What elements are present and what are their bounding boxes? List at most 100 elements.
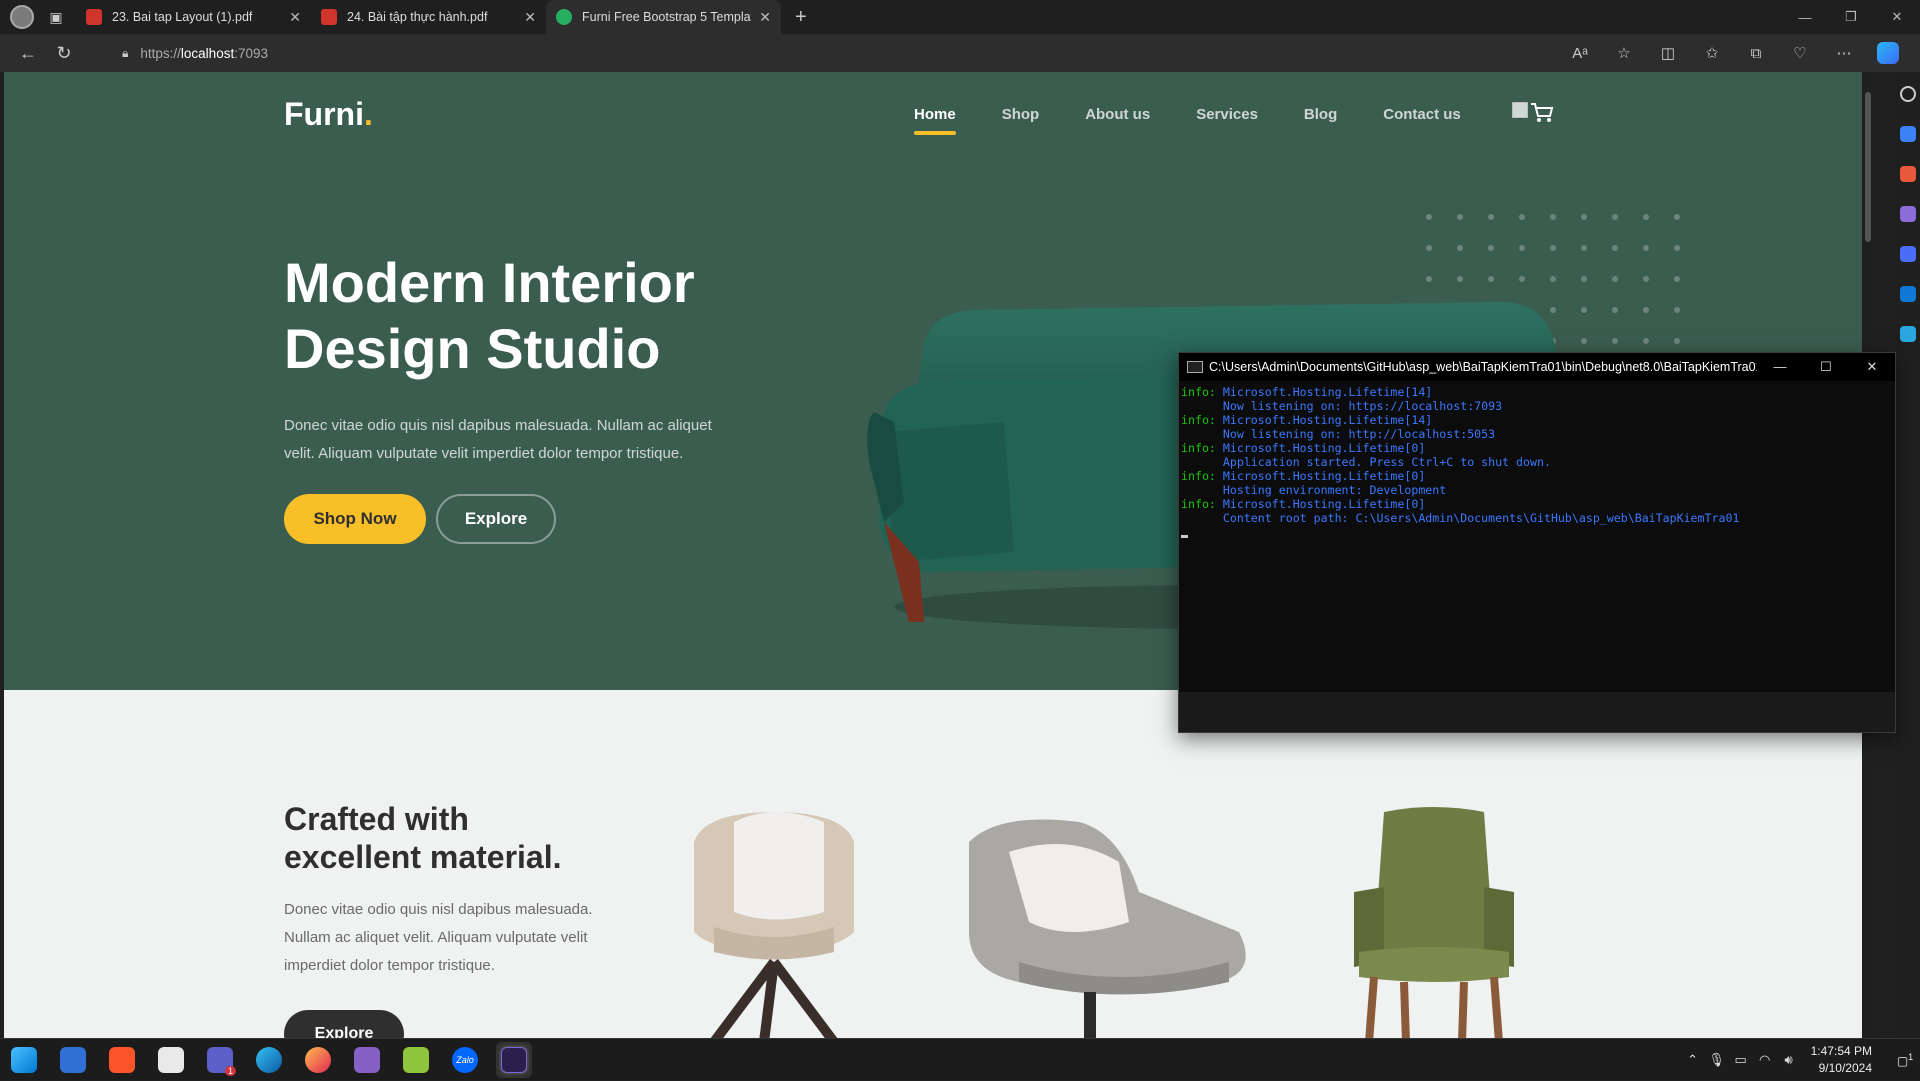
volume-icon[interactable]: 🔊︎ <box>1777 1052 1801 1068</box>
close-tab-icon[interactable]: ✕ <box>524 9 536 26</box>
notification-count: 1 <box>1908 1052 1914 1062</box>
nav-contact[interactable]: Contact us <box>1383 106 1461 123</box>
console-minimize-icon[interactable]: — <box>1757 359 1803 375</box>
decorative-dot <box>1488 214 1494 220</box>
sidebar-games-icon[interactable] <box>1900 206 1916 222</box>
console-titlebar[interactable]: C:\Users\Admin\Documents\GitHub\asp_web\… <box>1179 353 1895 381</box>
decorative-dot <box>1457 245 1463 251</box>
console-line: Now listening on: https://localhost:7093 <box>1222 399 1503 413</box>
console-output[interactable]: info: Microsoft.Hosting.Lifetime[14] Now… <box>1179 381 1895 541</box>
explore-button[interactable]: Explore <box>436 494 556 544</box>
decorative-dot <box>1612 338 1618 344</box>
console-line: info: Microsoft.Hosting.Lifetime[14] <box>1181 413 1433 427</box>
decorative-dot <box>1426 214 1432 220</box>
address-field[interactable]: 🔒︎ https://localhost:7093 <box>112 40 1532 66</box>
nav-home[interactable]: Home <box>914 106 956 135</box>
site-logo[interactable]: Furni. <box>284 96 373 133</box>
hero-title: Modern Interior Design Studio <box>284 251 695 380</box>
restore-icon[interactable]: ❐ <box>1828 0 1874 34</box>
section-text: Donec vitae odio quis nisl dapibus males… <box>284 901 593 974</box>
decorative-dot <box>1612 214 1618 220</box>
minimize-icon[interactable]: — <box>1782 0 1828 34</box>
tab-pdf-layout[interactable]: 23. Bai tap Layout (1).pdf ✕ <box>76 0 311 34</box>
back-icon[interactable]: ← <box>10 43 46 64</box>
system-tray: ⌃ 🎙︎ ▭ ◠ 🔊︎ 1:47:54 PM 9/10/2024 ▢1 <box>1681 1039 1920 1081</box>
decorative-dot <box>1674 307 1680 313</box>
new-tab-icon[interactable]: + <box>795 6 807 29</box>
window-controls: — ❐ ✕ <box>1782 0 1920 34</box>
console-window[interactable]: C:\Users\Admin\Documents\GitHub\asp_web\… <box>1178 352 1896 733</box>
read-aloud-icon[interactable]: Aᵃ <box>1558 45 1602 62</box>
browser-essentials-icon[interactable]: ♡ <box>1778 44 1822 62</box>
more-options-icon[interactable]: ⋯ <box>1822 44 1866 62</box>
sidebar-shopping-icon[interactable] <box>1900 126 1916 142</box>
decorative-dot <box>1581 214 1587 220</box>
sidebar-tools-icon[interactable] <box>1900 166 1916 182</box>
user-icon[interactable] <box>1512 102 1528 118</box>
decorative-dot <box>1519 245 1525 251</box>
decorative-dot <box>1674 245 1680 251</box>
microphone-icon[interactable]: 🎙︎ <box>1705 1052 1729 1068</box>
decorative-dot <box>1550 245 1556 251</box>
main-nav: Home Shop About us Services Blog Contact… <box>914 106 1461 135</box>
terminal-icon[interactable] <box>496 1041 532 1078</box>
copilot-icon[interactable] <box>1866 42 1910 64</box>
wifi-icon[interactable]: ◠ <box>1753 1052 1777 1068</box>
browser-tab-bar: ▣ 23. Bai tap Layout (1).pdf ✕ 24. Bài t… <box>0 0 1920 34</box>
pdf-icon <box>86 9 102 25</box>
section-explore-button[interactable]: Explore <box>284 1010 404 1038</box>
console-line: info: Microsoft.Hosting.Lifetime[14] <box>1181 385 1433 399</box>
zalo-icon[interactable]: Zalo <box>447 1042 483 1078</box>
shop-now-button[interactable]: Shop Now <box>284 494 426 544</box>
brave-icon[interactable] <box>104 1042 140 1078</box>
console-bottom-area <box>1179 692 1895 732</box>
profile-avatar[interactable] <box>10 5 34 29</box>
nav-blog[interactable]: Blog <box>1304 106 1337 123</box>
close-tab-icon[interactable]: ✕ <box>759 9 771 26</box>
tab-title: 23. Bai tap Layout (1).pdf <box>112 10 253 24</box>
favorite-star-icon[interactable]: ☆ <box>1602 44 1646 62</box>
sidebar-copilot-icon[interactable] <box>1900 246 1916 262</box>
notifications-icon[interactable]: ▢1 <box>1890 1052 1920 1068</box>
battery-icon[interactable]: ▭ <box>1729 1052 1753 1068</box>
edge-icon[interactable] <box>251 1042 287 1078</box>
console-maximize-icon[interactable]: ☐ <box>1803 359 1849 375</box>
decorative-dot <box>1550 214 1556 220</box>
clock[interactable]: 1:47:54 PM 9/10/2024 <box>1811 1043 1872 1077</box>
scroll-thumb[interactable] <box>1865 92 1871 242</box>
split-screen-icon[interactable]: ◫ <box>1646 44 1690 62</box>
cart-icon[interactable] <box>1530 102 1554 124</box>
header-icons <box>1512 102 1554 124</box>
console-close-icon[interactable]: ✕ <box>1849 359 1895 375</box>
start-icon[interactable] <box>6 1042 42 1078</box>
tab-pdf-practice[interactable]: 24. Bài tập thực hành.pdf ✕ <box>311 0 546 34</box>
console-title: C:\Users\Admin\Documents\GitHub\asp_web\… <box>1209 360 1757 374</box>
edge-sidebar <box>1896 72 1920 1038</box>
workspaces-icon[interactable]: ▣ <box>44 5 68 29</box>
favorites-icon[interactable]: ✩ <box>1690 44 1734 62</box>
tab-furni[interactable]: Furni Free Bootstrap 5 Template f ✕ <box>546 0 781 34</box>
close-window-icon[interactable]: ✕ <box>1874 0 1920 34</box>
decorative-dot <box>1674 214 1680 220</box>
nav-about[interactable]: About us <box>1085 106 1150 123</box>
refresh-icon[interactable]: ↻ <box>46 43 82 64</box>
nav-shop[interactable]: Shop <box>1002 106 1040 123</box>
show-hidden-icons[interactable]: ⌃ <box>1681 1052 1705 1068</box>
file-explorer-icon[interactable] <box>55 1042 91 1078</box>
toolbar-actions: Aᵃ ☆ ◫ ✩ ⧉ ♡ ⋯ <box>1558 34 1910 72</box>
notepad-plus-icon[interactable] <box>398 1042 434 1078</box>
sidebar-telegram-icon[interactable] <box>1900 326 1916 342</box>
teams-icon[interactable]: 1 <box>202 1042 238 1078</box>
collections-icon[interactable]: ⧉ <box>1734 45 1778 62</box>
decorative-dot <box>1426 245 1432 251</box>
sidebar-outlook-icon[interactable] <box>1900 286 1916 302</box>
close-tab-icon[interactable]: ✕ <box>289 9 301 26</box>
decorative-dot <box>1519 214 1525 220</box>
nav-services[interactable]: Services <box>1196 106 1258 123</box>
firefox-icon[interactable] <box>300 1042 336 1078</box>
visual-studio-icon[interactable] <box>349 1042 385 1078</box>
pdf-icon <box>321 9 337 25</box>
lock-icon[interactable]: 🔒︎ <box>122 46 128 61</box>
sidebar-search-icon[interactable] <box>1900 86 1916 102</box>
word-icon[interactable] <box>153 1042 189 1078</box>
